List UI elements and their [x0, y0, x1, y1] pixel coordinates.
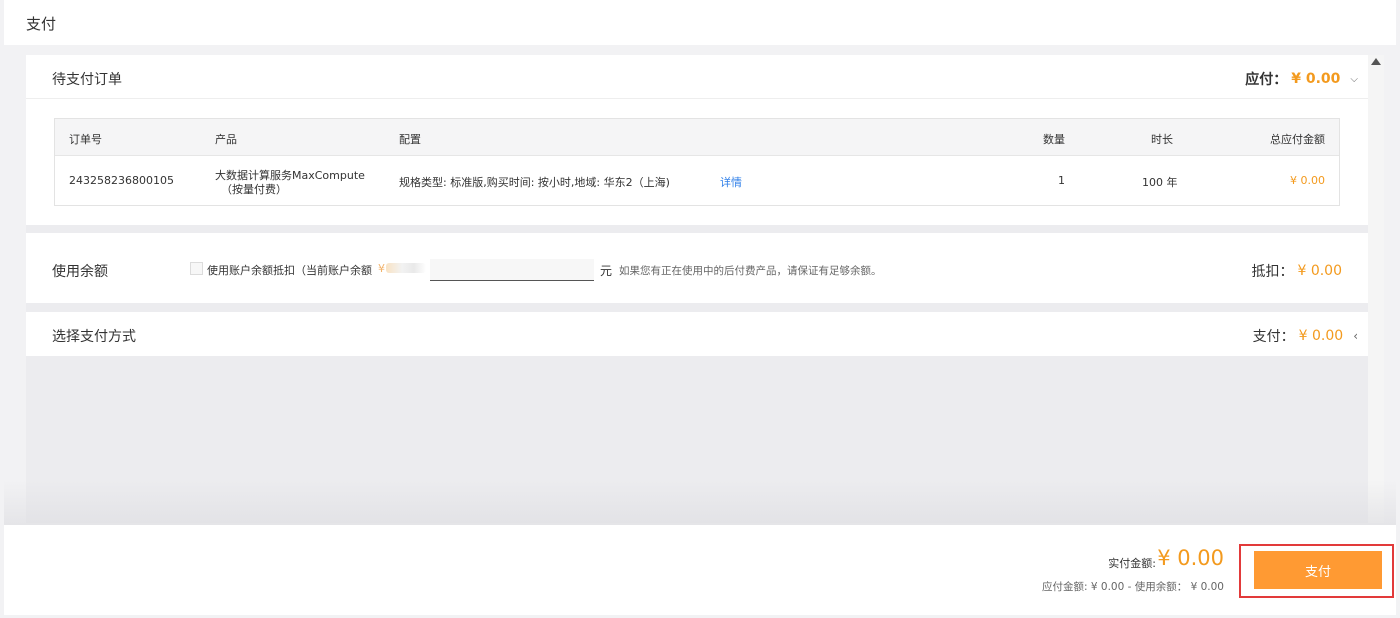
deduct-value: ¥ 0.00	[1297, 263, 1342, 279]
duration-value: 100 年	[1142, 176, 1178, 189]
deduct-label: 抵扣：	[1251, 264, 1294, 280]
balance-card: 使用余额 使用账户余额抵扣（当前账户余额 ¥ 元 如果您有正在使用中的后付费产品…	[26, 233, 1368, 303]
amount-breakdown: 应付金额: ¥ 0.00 - 使用余额： ¥ 0.00	[1042, 581, 1224, 593]
use-balance-checkbox[interactable]	[190, 262, 203, 275]
payable-label: 应付：	[1245, 72, 1288, 88]
total-value: ¥ 0.00	[1290, 174, 1325, 187]
header-order-no: 订单号	[69, 133, 102, 146]
balance-hint: 如果您有正在使用中的后付费产品，请保证有足够余额。	[619, 265, 882, 277]
payment-method-card[interactable]: 选择支付方式 支付： ¥ 0.00 ‹	[26, 312, 1368, 356]
pending-order-card: 待支付订单 应付： ¥ 0.00 ⌵ 订单号 产品 配置 数量 时长 总应付金额…	[26, 55, 1368, 225]
balance-prefix: ¥	[378, 262, 385, 275]
payment-footer: 实付金额: ¥ 0.00 应付金额: ¥ 0.00 - 使用余额： ¥ 0.00	[4, 525, 1396, 615]
product-billing: （按量付费）	[221, 183, 287, 196]
actual-amount-value: ¥ 0.00	[1157, 546, 1224, 570]
deduct-amount: 抵扣： ¥ 0.00	[1251, 261, 1342, 281]
header-config: 配置	[399, 133, 421, 146]
header-quantity: 数量	[1043, 133, 1065, 146]
details-link[interactable]: 详情	[720, 174, 742, 190]
pay-button[interactable]: 支付	[1254, 551, 1382, 589]
order-table: 订单号 产品 配置 数量 时长 总应付金额 243258236800105 大数…	[54, 118, 1340, 206]
use-balance-label: 使用账户余额抵扣（当前账户余额	[207, 264, 372, 277]
header-duration: 时长	[1151, 133, 1173, 146]
unit-label: 元	[600, 264, 613, 278]
order-amount[interactable]: 应付： ¥ 0.00 ⌵	[1245, 69, 1358, 89]
product-config: 规格类型: 标准版,购买时间: 按小时,地域: 华东2（上海)	[399, 176, 670, 189]
payment-method-title: 选择支付方式	[52, 329, 136, 345]
balance-amount-input[interactable]	[430, 259, 594, 281]
pay-label: 支付：	[1252, 329, 1295, 345]
scrollbar[interactable]	[1368, 55, 1384, 523]
quantity-value: 1	[1058, 174, 1065, 187]
header-total: 总应付金额	[1270, 133, 1325, 146]
scroll-up-arrow-icon[interactable]	[1371, 58, 1381, 65]
balance-card-title: 使用余额	[52, 264, 108, 280]
pay-value: ¥ 0.00	[1298, 328, 1344, 344]
top-bar: 支付	[4, 0, 1396, 45]
page-title: 支付	[26, 15, 57, 33]
balance-masked	[386, 263, 426, 273]
payment-amount[interactable]: 支付： ¥ 0.00 ‹	[1253, 326, 1358, 346]
divider	[26, 98, 1368, 99]
order-number: 243258236800105	[69, 174, 174, 187]
payable-value: ¥ 0.00	[1291, 71, 1341, 87]
actual-amount-label: 实付金额:	[1108, 557, 1156, 570]
order-card-title: 待支付订单	[52, 72, 122, 88]
table-header: 订单号 产品 配置 数量 时长 总应付金额	[55, 119, 1339, 156]
header-product: 产品	[215, 133, 237, 146]
chevron-left-icon[interactable]: ‹	[1353, 329, 1358, 343]
footer-shadow	[4, 480, 1396, 525]
chevron-down-icon[interactable]: ⌵	[1350, 74, 1358, 85]
